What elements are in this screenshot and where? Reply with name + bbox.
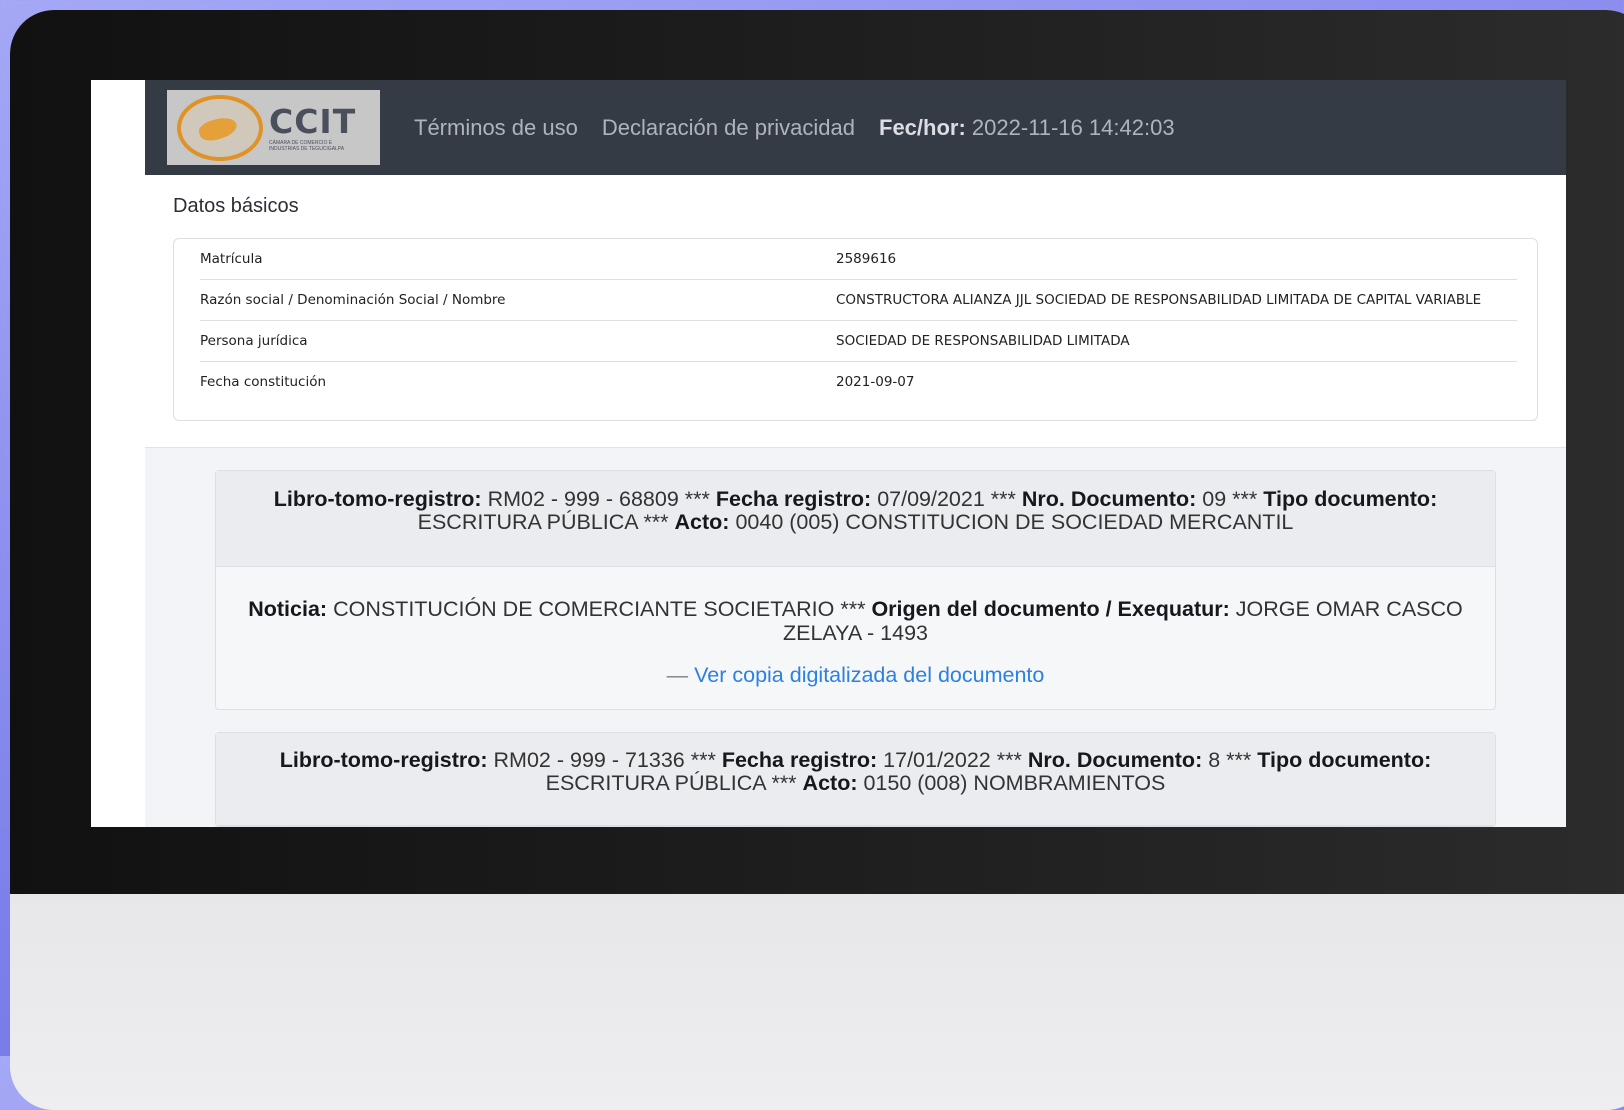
separator: *** [1226, 748, 1252, 772]
table-row: Persona jurídica SOCIEDAD DE RESPONSABIL… [200, 320, 1517, 361]
row-label: Persona jurídica [200, 333, 308, 349]
acto-label: Acto: [802, 771, 858, 795]
monitor-frame: CCIT CÁMARA DE COMERCIO E INDUSTRIAS DE … [10, 10, 1624, 1110]
separator: *** [684, 487, 710, 511]
row-label: Razón social / Denominación Social / Nom… [200, 292, 506, 308]
nro-documento-label: Nro. Documento: [1027, 748, 1203, 772]
fecha-registro-value: 07/09/2021 [877, 487, 985, 511]
row-value: 2021-09-07 [836, 374, 915, 390]
registro-card: Libro-tomo-registro: RM02 - 999 - 68809 … [215, 470, 1496, 710]
web-page: CCIT CÁMARA DE COMERCIO E INDUSTRIAS DE … [145, 80, 1566, 827]
row-value: 2589616 [836, 251, 897, 267]
registro-card: Libro-tomo-registro: RM02 - 999 - 71336 … [215, 732, 1496, 827]
libro-value: RM02 - 999 - 71336 [493, 748, 685, 772]
nav-terms-link[interactable]: Términos de uso [414, 115, 578, 141]
datetime-display: Fec/hor: 2022-11-16 14:42:03 [879, 115, 1175, 141]
noticia-value: CONSTITUCIÓN DE COMERCIANTE SOCIETARIO [333, 597, 835, 621]
libro-label: Libro-tomo-registro: [279, 748, 488, 772]
nav-privacy-link[interactable]: Declaración de privacidad [602, 115, 855, 141]
fecha-registro-value: 17/01/2022 [883, 748, 991, 772]
screen: CCIT CÁMARA DE COMERCIO E INDUSTRIAS DE … [91, 80, 1566, 827]
separator: *** [643, 510, 669, 534]
libro-value: RM02 - 999 - 68809 [487, 487, 679, 511]
nro-documento-value: 09 [1202, 487, 1227, 511]
nro-documento-value: 8 [1208, 748, 1221, 772]
eagle-emblem-icon [177, 94, 263, 161]
nro-documento-label: Nro. Documento: [1021, 487, 1197, 511]
datos-basicos-card: Datos básicos Matrícula 2589616 Razón so… [145, 175, 1566, 448]
datos-basicos-title: Datos básicos [173, 195, 299, 217]
separator: *** [690, 748, 716, 772]
link-dash: — [666, 663, 689, 687]
row-value: SOCIEDAD DE RESPONSABILIDAD LIMITADA [836, 333, 1130, 349]
separator: *** [771, 771, 797, 795]
row-label: Fecha constitución [200, 374, 327, 390]
acto-label: Acto: [674, 510, 730, 534]
ver-copia-link[interactable]: Ver copia digitalizada del documento [694, 663, 1044, 687]
tipo-documento-value: ESCRITURA PÚBLICA [417, 510, 638, 534]
separator: *** [996, 748, 1022, 772]
tipo-documento-label: Tipo documento: [1257, 748, 1432, 772]
fecha-registro-label: Fecha registro: [715, 487, 872, 511]
table-row: Fecha constitución 2021-09-07 [200, 361, 1517, 402]
logo-subtext: CÁMARA DE COMERCIO E INDUSTRIAS DE TEGUC… [269, 139, 345, 152]
fecha-registro-label: Fecha registro: [721, 748, 878, 772]
registro-header: Libro-tomo-registro: RM02 - 999 - 68809 … [216, 471, 1495, 567]
libro-label: Libro-tomo-registro: [273, 487, 482, 511]
table-row: Matrícula 2589616 [200, 239, 1517, 279]
datetime-label: Fec/hor: [879, 114, 966, 140]
table-row: Razón social / Denominación Social / Nom… [200, 279, 1517, 320]
registro-header: Libro-tomo-registro: RM02 - 999 - 71336 … [216, 733, 1495, 826]
separator: *** [840, 597, 866, 621]
datetime-value: 2022-11-16 14:42:03 [971, 114, 1175, 140]
acto-value: 0150 (008) NOMBRAMIENTOS [863, 771, 1166, 795]
tipo-documento-value: ESCRITURA PÚBLICA [545, 771, 766, 795]
datos-basicos-table: Matrícula 2589616 Razón social / Denomin… [173, 238, 1538, 421]
separator: *** [1232, 487, 1258, 511]
separator: *** [990, 487, 1016, 511]
ccit-logo[interactable]: CCIT CÁMARA DE COMERCIO E INDUSTRIAS DE … [167, 90, 380, 165]
registro-body: Noticia: CONSTITUCIÓN DE COMERCIANTE SOC… [216, 567, 1495, 709]
monitor-chin [10, 894, 1624, 1110]
origen-label: Origen del documento / Exequatur: [871, 597, 1230, 621]
logo-text: CCIT [269, 101, 357, 141]
tipo-documento-label: Tipo documento: [1263, 487, 1438, 511]
noticia-line: Noticia: CONSTITUCIÓN DE COMERCIANTE SOC… [246, 597, 1465, 645]
logo-brand: CCIT CÁMARA DE COMERCIO E INDUSTRIAS DE … [269, 101, 361, 152]
acto-value: 0040 (005) CONSTITUCION DE SOCIEDAD MERC… [735, 510, 1294, 534]
document-link-line: — Ver copia digitalizada del documento [246, 663, 1465, 687]
row-label: Matrícula [200, 251, 263, 267]
noticia-label: Noticia: [248, 597, 328, 621]
row-value: CONSTRUCTORA ALIANZA JJL SOCIEDAD DE RES… [836, 292, 1482, 308]
top-navbar: CCIT CÁMARA DE COMERCIO E INDUSTRIAS DE … [145, 80, 1566, 175]
